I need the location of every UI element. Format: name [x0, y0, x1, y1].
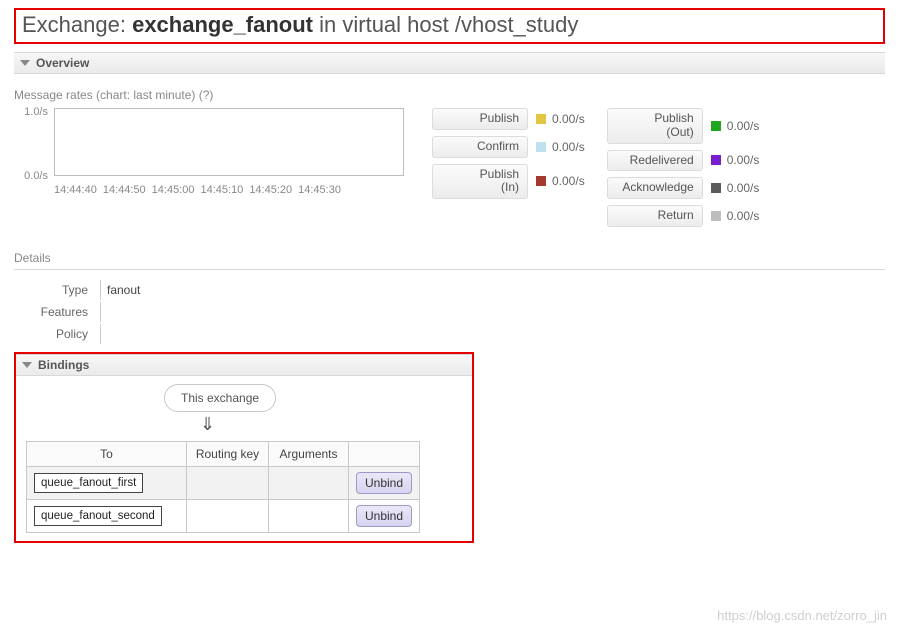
chart-x-ticks: 14:44:40 14:44:50 14:45:00 14:45:10 14:4… [54, 184, 404, 196]
this-exchange-pill: This exchange [164, 384, 276, 412]
rate-label: Publish (Out) [607, 108, 703, 144]
chart-x-tick: 14:44:50 [103, 184, 146, 196]
details-label: Features [20, 302, 98, 322]
bindings-col-to: To [27, 441, 187, 466]
legend-swatch [711, 183, 721, 193]
message-rates-heading: Message rates (chart: last minute) (?) [14, 88, 885, 102]
title-suffix: in virtual host /vhost_study [313, 12, 578, 37]
bindings-section: Bindings This exchange ⇓ To Routing key … [14, 352, 474, 543]
bindings-header[interactable]: Bindings [16, 354, 472, 376]
queue-link[interactable]: queue_fanout_second [34, 506, 162, 526]
rate-item-return: Return 0.00/s [607, 205, 760, 227]
rate-item-confirm: Confirm 0.00/s [432, 136, 585, 158]
queue-link[interactable]: queue_fanout_first [34, 473, 143, 493]
watermark: https://blog.csdn.net/zorro_jin [717, 608, 887, 623]
rate-label: Return [607, 205, 703, 227]
rate-value: 0.00/s [727, 153, 760, 167]
rate-value: 0.00/s [552, 174, 585, 188]
legend-swatch [711, 211, 721, 221]
bindings-cell-arguments [269, 466, 349, 499]
legend-swatch [711, 121, 721, 131]
rate-value: 0.00/s [552, 112, 585, 126]
unbind-button[interactable]: Unbind [356, 472, 412, 494]
page-title-wrap: Exchange: exchange_fanout in virtual hos… [14, 8, 885, 44]
details-row-type: Type fanout [20, 280, 300, 300]
legend-swatch [536, 176, 546, 186]
rate-label: Redelivered [607, 150, 703, 172]
overview-header[interactable]: Overview [14, 52, 885, 74]
rate-item-publish-out: Publish (Out) 0.00/s [607, 108, 760, 144]
details-label: Type [20, 280, 98, 300]
chart-y-tick-top: 1.0/s [24, 106, 48, 118]
rate-column-right: Publish (Out) 0.00/s Redelivered 0.00/s … [607, 108, 760, 227]
title-name: exchange_fanout [132, 12, 313, 37]
chevron-down-icon [22, 362, 32, 368]
rate-label: Confirm [432, 136, 528, 158]
details-table: Type fanout Features Policy [18, 278, 302, 346]
rate-value: 0.00/s [552, 140, 585, 154]
bindings-cell-routing-key [187, 499, 269, 532]
bindings-header-row: To Routing key Arguments [27, 441, 420, 466]
details-value: fanout [100, 280, 300, 300]
bindings-cell-routing-key [187, 466, 269, 499]
rate-label: Publish (In) [432, 164, 528, 200]
details-heading: Details [14, 249, 885, 270]
details-value [100, 302, 300, 322]
rate-item-publish-in: Publish (In) 0.00/s [432, 164, 585, 200]
arrow-down-icon: ⇓ [200, 412, 464, 441]
chart-x-tick: 14:45:10 [200, 184, 243, 196]
chart-x-tick: 14:45:30 [298, 184, 341, 196]
title-prefix: Exchange: [22, 12, 132, 37]
rate-value: 0.00/s [727, 181, 760, 195]
chart-x-tick: 14:44:40 [54, 184, 97, 196]
overview-heading-text: Overview [36, 56, 89, 70]
unbind-button[interactable]: Unbind [356, 505, 412, 527]
details-value [100, 324, 300, 344]
rate-value: 0.00/s [727, 119, 760, 133]
chart-x-tick: 14:45:00 [152, 184, 195, 196]
rate-item-redelivered: Redelivered 0.00/s [607, 150, 760, 172]
chart-plot-area [54, 108, 404, 176]
rate-item-acknowledge: Acknowledge 0.00/s [607, 177, 760, 199]
rate-column-left: Publish 0.00/s Confirm 0.00/s Publish (I… [432, 108, 585, 227]
chevron-down-icon [20, 60, 30, 66]
message-rates-chart: 1.0/s 0.0/s 14:44:40 14:44:50 14:45:00 1… [14, 108, 404, 196]
details-label: Policy [20, 324, 98, 344]
legend-swatch [536, 114, 546, 124]
chart-y-tick-bottom: 0.0/s [24, 170, 48, 182]
rate-label: Acknowledge [607, 177, 703, 199]
bindings-col-action [349, 441, 420, 466]
bindings-row: queue_fanout_first Unbind [27, 466, 420, 499]
legend-swatch [711, 155, 721, 165]
rate-label: Publish [432, 108, 528, 130]
rate-value: 0.00/s [727, 209, 760, 223]
bindings-cell-arguments [269, 499, 349, 532]
bindings-table: To Routing key Arguments queue_fanout_fi… [26, 441, 420, 533]
page-title: Exchange: exchange_fanout in virtual hos… [22, 12, 877, 38]
details-row-features: Features [20, 302, 300, 322]
rate-item-publish: Publish 0.00/s [432, 108, 585, 130]
bindings-col-routing-key: Routing key [187, 441, 269, 466]
legend-swatch [536, 142, 546, 152]
bindings-col-arguments: Arguments [269, 441, 349, 466]
message-rates-heading-text: Message rates (chart: last minute) (?) [14, 88, 213, 102]
bindings-heading-text: Bindings [38, 358, 89, 372]
details-row-policy: Policy [20, 324, 300, 344]
chart-x-tick: 14:45:20 [249, 184, 292, 196]
bindings-row: queue_fanout_second Unbind [27, 499, 420, 532]
